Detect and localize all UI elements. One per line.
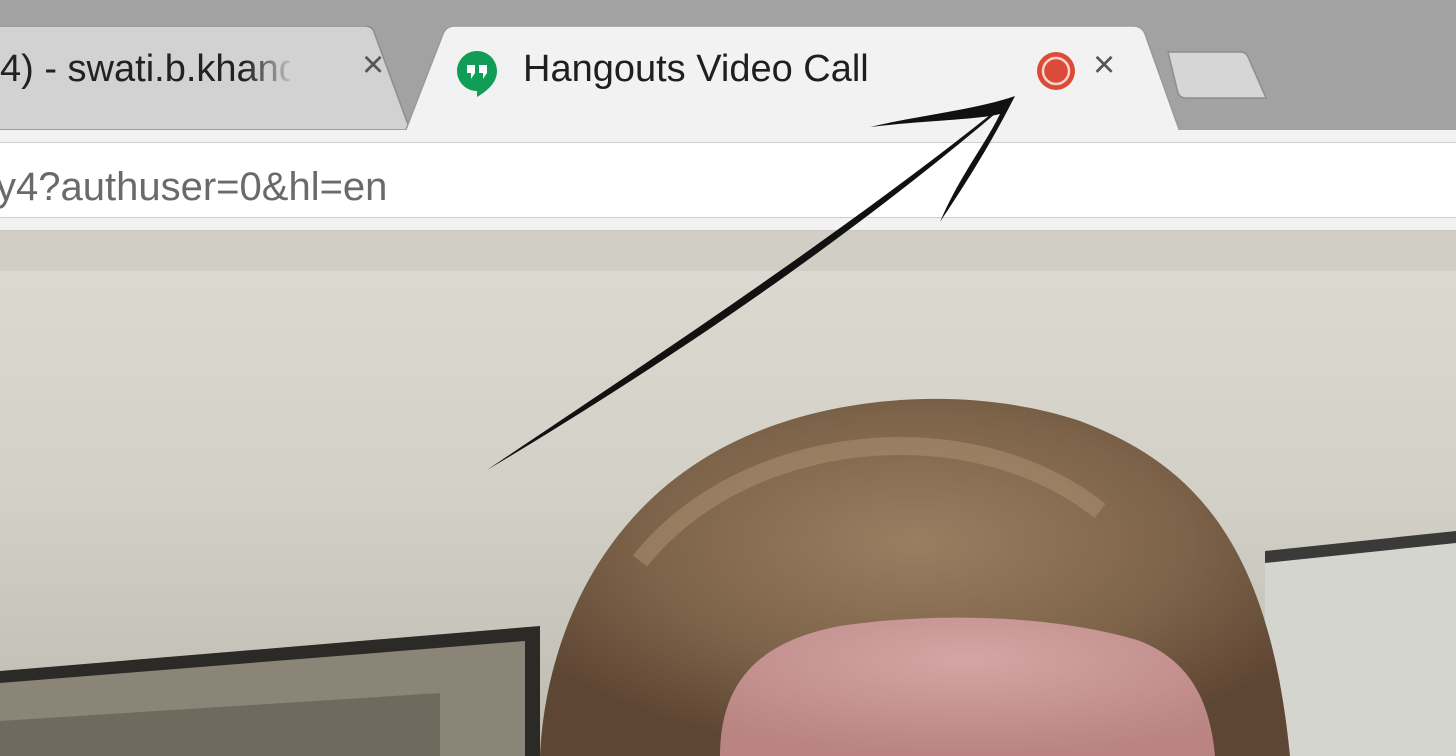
address-bar[interactable]: y4?authuser=0&hl=en xyxy=(0,142,1456,218)
video-feed xyxy=(0,231,1456,756)
recording-dot-icon xyxy=(1037,52,1075,90)
close-tab-icon[interactable]: × xyxy=(362,46,384,84)
new-tab-icon[interactable] xyxy=(1162,48,1272,103)
tab-hangouts-video-call[interactable]: Hangouts Video Call × xyxy=(405,26,1180,132)
browser-toolbar: y4?authuser=0&hl=en xyxy=(0,130,1456,231)
tab-strip: 4) - swati.b.khandelwal × Hangouts Video… xyxy=(0,0,1456,132)
hangouts-icon xyxy=(457,51,497,97)
address-bar-url[interactable]: y4?authuser=0&hl=en xyxy=(0,165,387,210)
webcam-feed-image xyxy=(0,231,1456,756)
close-tab-icon[interactable]: × xyxy=(1093,46,1115,84)
tab-title: Hangouts Video Call xyxy=(523,48,869,90)
tab-gmail[interactable]: 4) - swati.b.khandelwal × xyxy=(0,26,430,130)
tab-title-fade xyxy=(245,44,295,94)
